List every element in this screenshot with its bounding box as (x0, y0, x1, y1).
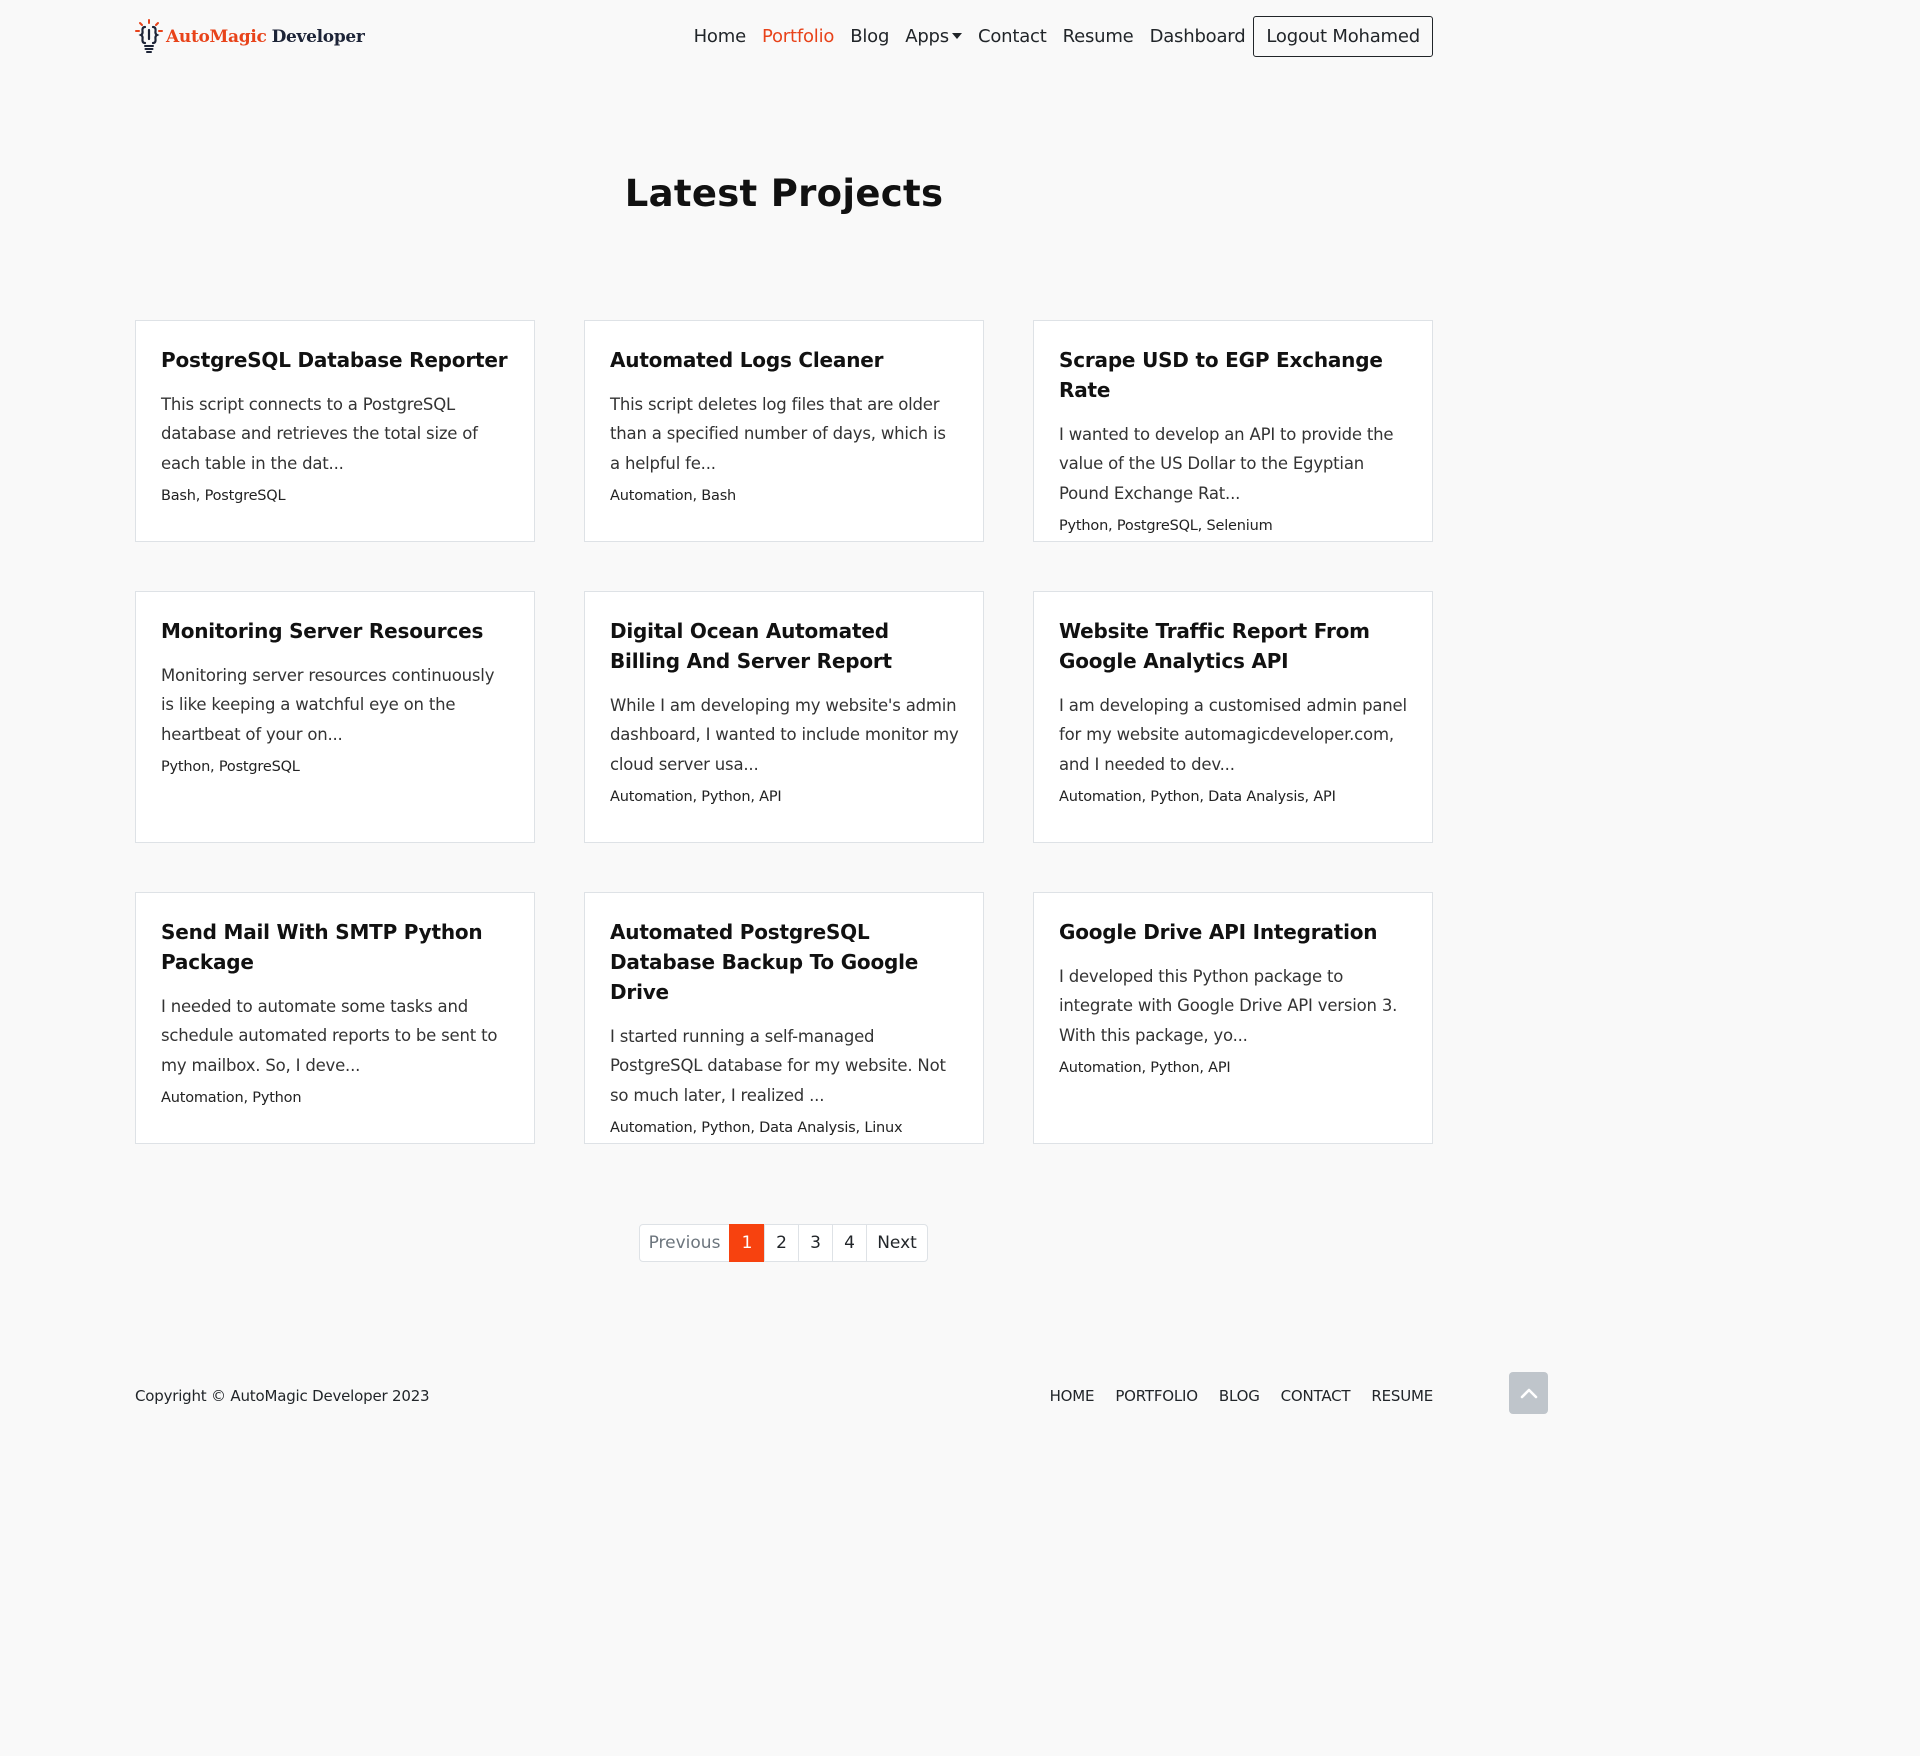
project-title[interactable]: Scrape USD to EGP Exchange Rate (1059, 345, 1408, 405)
project-tags: Automation, Python, API (1059, 1059, 1231, 1076)
pagination-page-2[interactable]: 2 (764, 1224, 799, 1262)
pagination-next[interactable]: Next (866, 1224, 928, 1262)
footer-link-contact[interactable]: CONTACT (1281, 1387, 1351, 1405)
footer-link-resume[interactable]: RESUME (1371, 1387, 1433, 1405)
project-title[interactable]: Digital Ocean Automated Billing And Serv… (610, 616, 959, 676)
project-card[interactable]: PostgreSQL Database Reporter This script… (135, 320, 535, 542)
project-tags: Automation, Bash (610, 487, 737, 504)
nav-link-contact[interactable]: Contact (970, 26, 1055, 47)
project-tags: Automation, Python (161, 1089, 302, 1106)
project-excerpt: While I am developing my website's admin… (610, 696, 959, 774)
project-excerpt: I started running a self-managed Postgre… (610, 1027, 946, 1105)
project-title[interactable]: Automated PostgreSQL Database Backup To … (610, 917, 959, 1007)
chevron-up-icon (1520, 1388, 1537, 1399)
project-excerpt: I needed to automate some tasks and sche… (161, 997, 498, 1075)
project-title[interactable]: Website Traffic Report From Google Analy… (1059, 616, 1408, 676)
nav-link-resume[interactable]: Resume (1055, 26, 1142, 47)
project-tags: Automation, Python, Data Analysis, API (1059, 788, 1336, 805)
project-card[interactable]: Automated Logs Cleaner This script delet… (584, 320, 984, 542)
project-card[interactable]: Monitoring Server Resources Monitoring s… (135, 591, 535, 843)
project-card[interactable]: Google Drive API Integration I developed… (1033, 892, 1433, 1144)
project-tags: Python, PostgreSQL, Selenium (1059, 517, 1273, 534)
project-title[interactable]: Send Mail With SMTP Python Package (161, 917, 510, 977)
nav-link-home[interactable]: Home (686, 26, 754, 47)
project-tags: Automation, Python, API (610, 788, 782, 805)
project-excerpt: This script deletes log files that are o… (610, 395, 946, 473)
nav-link-blog[interactable]: Blog (842, 26, 897, 47)
logout-button[interactable]: Logout Mohamed (1253, 16, 1433, 57)
lightbulb-code-icon (135, 19, 163, 53)
main-nav: Home Portfolio Blog Apps Contact Resume … (686, 16, 1433, 57)
project-excerpt: This script connects to a PostgreSQL dat… (161, 395, 478, 473)
brand-name-part2: Developer (271, 27, 365, 47)
back-to-top-button[interactable] (1509, 1372, 1548, 1414)
project-title[interactable]: Google Drive API Integration (1059, 917, 1408, 947)
nav-link-portfolio[interactable]: Portfolio (754, 26, 842, 47)
footer-link-portfolio[interactable]: PORTFOLIO (1115, 1387, 1198, 1405)
project-title[interactable]: PostgreSQL Database Reporter (161, 345, 510, 375)
project-card[interactable]: Scrape USD to EGP Exchange Rate I wanted… (1033, 320, 1433, 542)
brand-name-part1: AutoMagic (166, 27, 267, 47)
pagination-page-1[interactable]: 1 (729, 1224, 765, 1262)
footer-copyright: Copyright © AutoMagic Developer 2023 (135, 1387, 430, 1405)
project-card[interactable]: Digital Ocean Automated Billing And Serv… (584, 591, 984, 843)
top-navbar: AutoMagic Developer Home Portfolio Blog … (0, 0, 1568, 75)
project-card[interactable]: Automated PostgreSQL Database Backup To … (584, 892, 984, 1144)
nav-dropdown-apps[interactable]: Apps (897, 26, 970, 47)
pagination: Previous 1 2 3 4 Next (639, 1224, 928, 1262)
caret-down-icon (951, 33, 962, 39)
pagination-page-4[interactable]: 4 (832, 1224, 867, 1262)
project-tags: Bash, PostgreSQL (161, 487, 286, 504)
footer-link-blog[interactable]: BLOG (1219, 1387, 1260, 1405)
project-excerpt: I developed this Python package to integ… (1059, 967, 1398, 1045)
nav-link-dashboard[interactable]: Dashboard (1142, 26, 1254, 47)
project-card[interactable]: Send Mail With SMTP Python Package I nee… (135, 892, 535, 1144)
project-excerpt: Monitoring server resources continuously… (161, 666, 495, 744)
project-title[interactable]: Monitoring Server Resources (161, 616, 510, 646)
nav-apps-label: Apps (905, 26, 949, 47)
brand-logo-link[interactable]: AutoMagic Developer (135, 19, 365, 55)
footer-link-home[interactable]: HOME (1050, 1387, 1095, 1405)
project-tags: Automation, Python, Data Analysis, Linux (610, 1119, 903, 1136)
footer-links: HOME PORTFOLIO BLOG CONTACT RESUME (1029, 1387, 1434, 1405)
page-title: Latest Projects (624, 172, 944, 215)
project-excerpt: I am developing a customised admin panel… (1059, 696, 1407, 774)
project-excerpt: I wanted to develop an API to provide th… (1059, 425, 1394, 503)
project-tags: Python, PostgreSQL (161, 758, 300, 775)
pagination-previous[interactable]: Previous (639, 1224, 730, 1262)
pagination-page-3[interactable]: 3 (798, 1224, 833, 1262)
project-card[interactable]: Website Traffic Report From Google Analy… (1033, 591, 1433, 843)
project-title[interactable]: Automated Logs Cleaner (610, 345, 959, 375)
